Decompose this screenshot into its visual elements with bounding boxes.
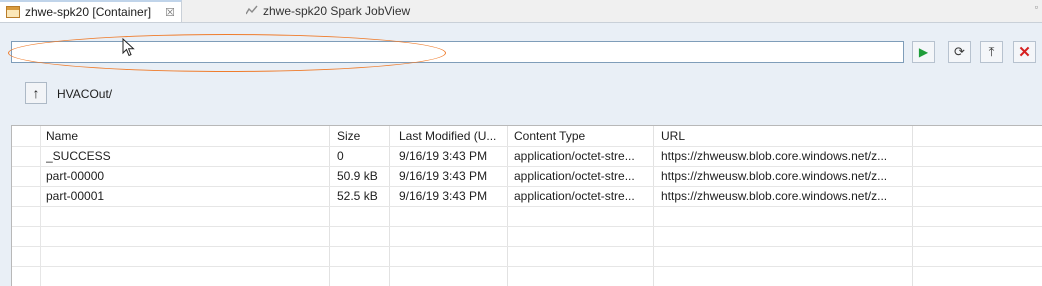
tab-container[interactable]: zhwe-spk20 [Container] ☒ [0,0,182,22]
empty-table-row [12,226,1042,247]
column-header-size[interactable]: Size [337,126,387,146]
column-header-name[interactable]: Name [46,126,328,146]
table-row[interactable]: _SUCCESS 0 9/16/19 3:43 PM application/o… [12,146,1042,167]
cell-content-type: application/octet-stre... [514,169,635,183]
path-input[interactable] [11,41,904,63]
close-tab-icon[interactable]: ☒ [165,6,175,19]
tab-spark-jobview[interactable]: zhwe-spk20 Spark JobView [245,0,411,22]
table-header: Name Size Last Modified (U... Content Ty… [12,126,1042,147]
tab-spark-jobview-label: zhwe-spk20 Spark JobView [263,4,411,18]
minimize-icon[interactable]: ▫ [1035,2,1038,12]
upload-icon: ⤒ [988,44,995,59]
empty-table-row [12,206,1042,227]
refresh-icon: ⟳ [954,44,965,59]
cell-url: https://zhweusw.blob.core.windows.net/z.… [661,149,888,163]
column-header-last-modified[interactable]: Last Modified (U... [399,126,507,146]
table-row[interactable]: part-00000 50.9 kB 9/16/19 3:43 PM appli… [12,166,1042,187]
up-folder-button[interactable]: ↑ [25,82,47,104]
refresh-button[interactable]: ⟳ [948,41,971,63]
cell-url: https://zhweusw.blob.core.windows.net/z.… [661,169,888,183]
run-button[interactable]: ▶ [912,41,935,63]
empty-table-row [12,246,1042,267]
cell-name: part-00000 [46,169,105,183]
cell-name: _SUCCESS [46,149,111,163]
cell-last-modified: 9/16/19 3:43 PM [399,169,488,183]
container-icon [6,6,20,18]
editor-tab-bar: zhwe-spk20 [Container] ☒ zhwe-spk20 Spar… [0,0,1042,23]
cell-size: 0 [337,149,344,163]
cell-size: 50.9 kB [337,169,378,183]
cell-size: 52.5 kB [337,189,378,203]
cell-last-modified: 9/16/19 3:43 PM [399,149,488,163]
delete-button[interactable]: ✕ [1013,41,1036,63]
column-header-content-type[interactable]: Content Type [514,126,654,146]
current-folder-label: HVACOut/ [57,87,113,101]
cell-last-modified: 9/16/19 3:43 PM [399,189,488,203]
cell-name: part-00001 [46,189,105,203]
empty-table-row [12,266,1042,286]
blob-table: Name Size Last Modified (U... Content Ty… [11,125,1042,286]
column-header-url[interactable]: URL [661,126,916,146]
play-icon: ▶ [918,45,929,59]
cell-url: https://zhweusw.blob.core.windows.net/z.… [661,189,888,203]
upload-button[interactable]: ⤒ [980,41,1003,63]
spark-icon [245,5,258,18]
table-row[interactable]: part-00001 52.5 kB 9/16/19 3:43 PM appli… [12,186,1042,207]
tab-container-label: zhwe-spk20 [Container] [25,5,152,19]
cell-content-type: application/octet-stre... [514,189,635,203]
close-icon: ✕ [1018,44,1031,61]
arrow-up-icon: ↑ [32,85,40,101]
cell-content-type: application/octet-stre... [514,149,635,163]
